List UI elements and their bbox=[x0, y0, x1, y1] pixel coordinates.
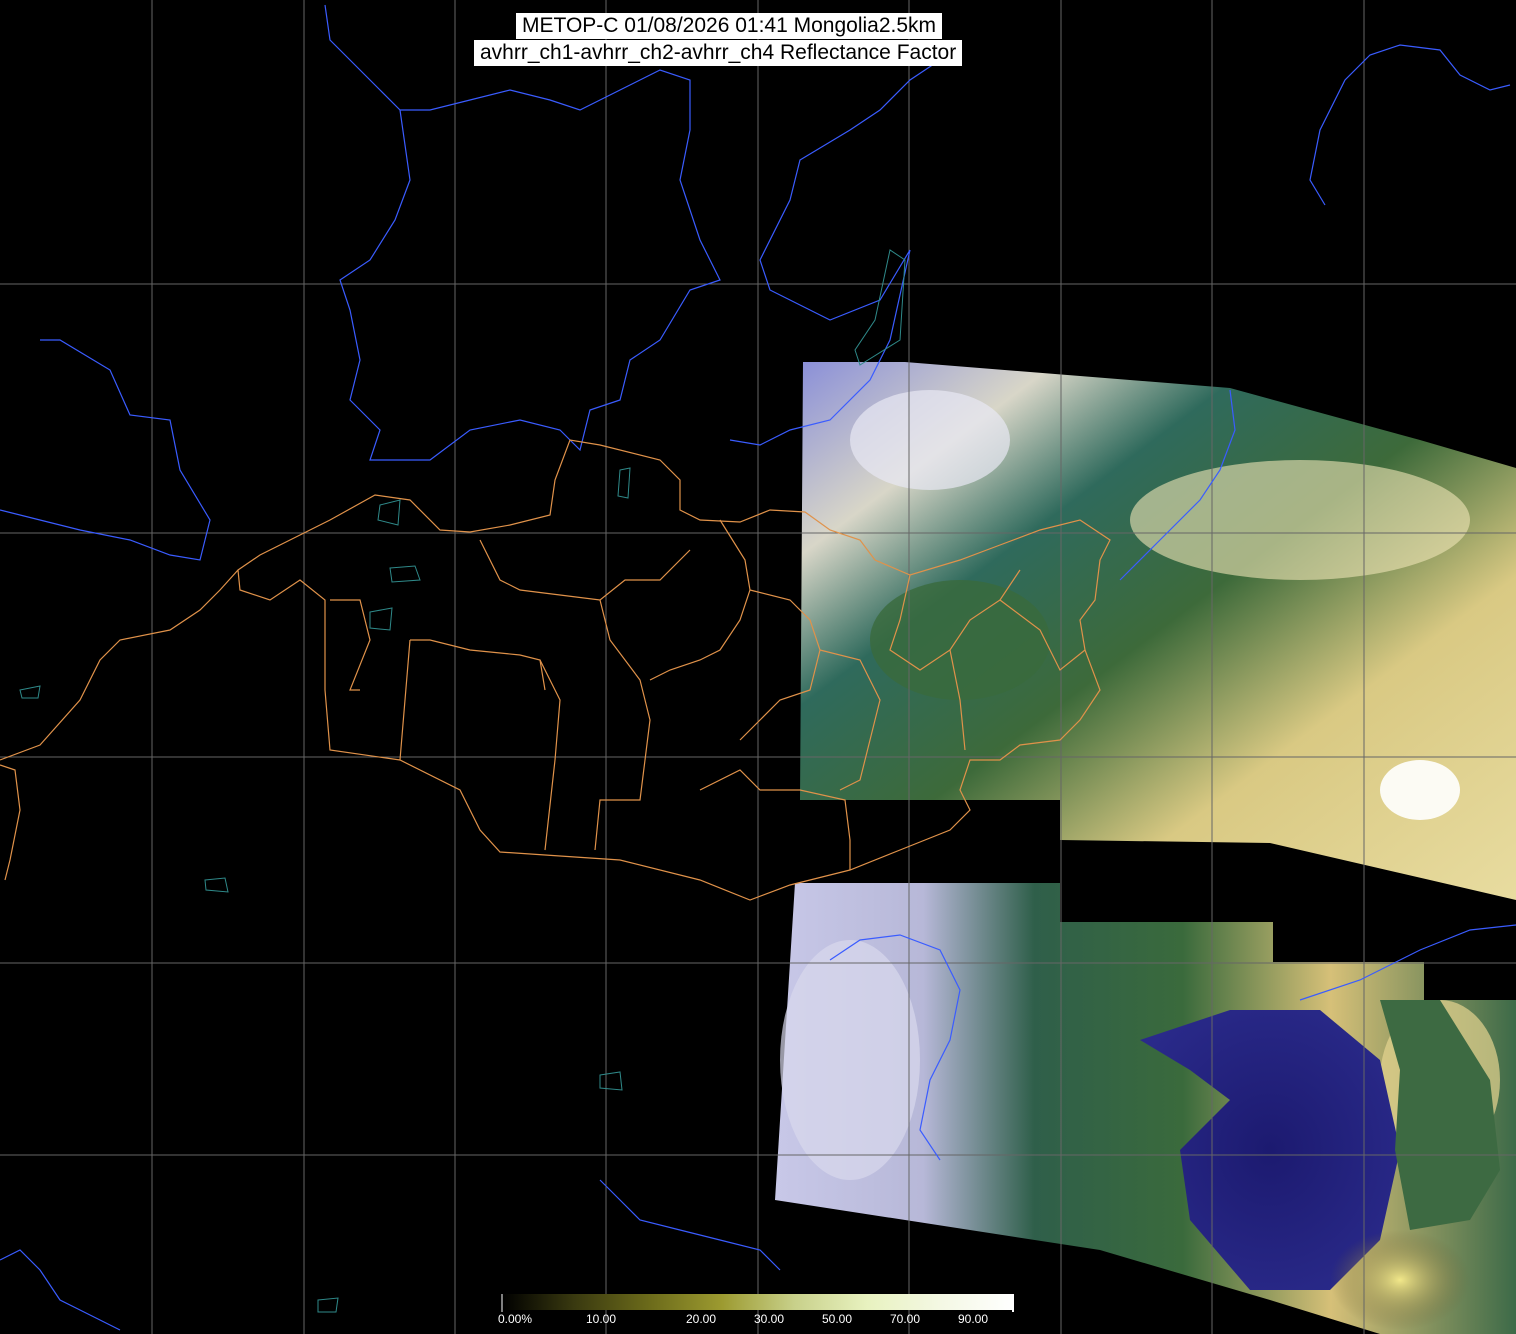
colorbar-gradient bbox=[502, 1294, 1014, 1310]
satellite-map bbox=[0, 0, 1516, 1334]
satellite-swath bbox=[775, 362, 1516, 1334]
map-title-line1: METOP-C 01/08/2026 01:41 Mongolia2.5km bbox=[516, 13, 943, 39]
map-title-line2: avhrr_ch1-avhrr_ch2-avhrr_ch4 Reflectanc… bbox=[474, 40, 963, 66]
cloud-patch bbox=[1130, 460, 1470, 580]
colorbar-label-90: 90.00 bbox=[958, 1312, 989, 1326]
colorbar bbox=[501, 1294, 1014, 1312]
colorbar-label-70: 70.00 bbox=[890, 1312, 921, 1326]
cloud-patch bbox=[850, 390, 1010, 490]
colorbar-label-50: 50.00 bbox=[822, 1312, 853, 1326]
colorbar-label-20: 20.00 bbox=[686, 1312, 717, 1326]
cloud-patch bbox=[1380, 760, 1460, 820]
cloud-patch bbox=[780, 940, 920, 1180]
cloud-patch bbox=[870, 580, 1050, 700]
lakes bbox=[19, 249, 906, 1313]
colorbar-label-0: 0.00% bbox=[498, 1312, 533, 1326]
colorbar-label-30: 30.00 bbox=[754, 1312, 785, 1326]
colorbar-label-10: 10.00 bbox=[586, 1312, 617, 1326]
sun-glint bbox=[1330, 1230, 1470, 1330]
